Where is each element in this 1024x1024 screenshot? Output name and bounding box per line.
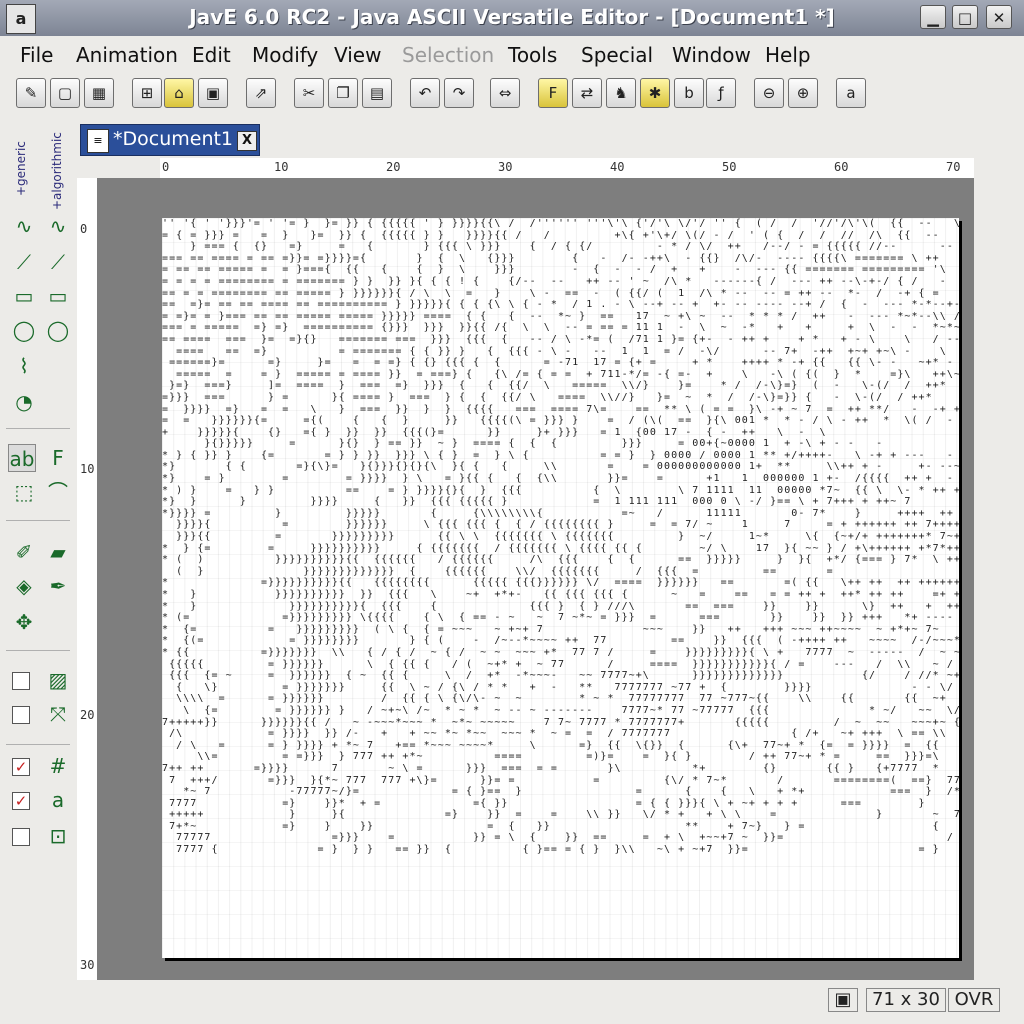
autocomplete-checkbox[interactable]: ✓ [12, 792, 30, 810]
ellipse-algo-icon[interactable]: ◯ [44, 316, 72, 344]
ruler-tick-label: 20 [80, 708, 95, 722]
background-checkbox[interactable] [12, 672, 30, 690]
canvas-size: 71 x 30 [866, 988, 946, 1012]
new-document-icon[interactable]: ▢ [50, 78, 80, 108]
ellipse-icon[interactable]: ◯ [10, 316, 38, 344]
arc-icon[interactable]: ◔ [10, 388, 38, 416]
ruler-tick-label: 40 [610, 160, 625, 174]
menu-selection: Selection [402, 43, 495, 67]
export-icon[interactable]: ⇗ [246, 78, 276, 108]
minimize-button[interactable]: ▁ [920, 5, 946, 29]
new-folder-icon[interactable]: ⊞ [132, 78, 162, 108]
pen-icon[interactable]: ✒ [44, 572, 72, 600]
lasso-icon[interactable]: ⌒ [44, 478, 72, 506]
ruler-tick-label: 10 [80, 462, 95, 476]
ruler-tick-label: 0 [80, 222, 88, 236]
menu-view[interactable]: View [334, 43, 381, 67]
ascii-art-text[interactable]: '' '{ ' '}}}'= ' '= } }= }} { {{{{{ ' } … [162, 218, 959, 856]
ruler-tick-label: 60 [834, 160, 849, 174]
crop-checkbox[interactable] [12, 828, 30, 846]
crop-icon: ⊡ [49, 824, 67, 848]
menu-window[interactable]: Window [672, 43, 751, 67]
horizontal-ruler: 0 10 20 30 40 50 60 70 [160, 158, 974, 179]
ascii-document[interactable]: '' '{ ' '}}}'= ' '= } }= }} { {{{{{ ' } … [162, 218, 959, 958]
ruler-tick-label: 70 [946, 160, 961, 174]
select-rect-icon[interactable]: ⬚ [10, 478, 38, 506]
camel-icon[interactable]: ♞ [606, 78, 636, 108]
image-to-ascii-icon[interactable]: ▦ [84, 78, 114, 108]
ruler-tick-label: 20 [386, 160, 401, 174]
close-button[interactable]: ✕ [986, 5, 1012, 29]
title-bar: a JavE 6.0 RC2 - Java ASCII Versatile Ed… [0, 0, 1024, 36]
abc-icon[interactable]: b [674, 78, 704, 108]
menu-special[interactable]: Special [581, 43, 653, 67]
tool-divider [6, 650, 70, 651]
menu-help[interactable]: Help [765, 43, 811, 67]
tab-label: *Document1 [113, 128, 234, 150]
menu-animation[interactable]: Animation [76, 43, 178, 67]
ruler-tick-label: 30 [498, 160, 513, 174]
rectangle-algo-icon[interactable]: ▭ [44, 282, 72, 310]
freehand-icon[interactable]: ∿ [10, 212, 38, 240]
open-wizard-icon[interactable]: ✎ [16, 78, 46, 108]
vertical-ruler: 0 10 20 30 [77, 178, 98, 980]
grid-checkbox[interactable]: ✓ [12, 758, 30, 776]
transform-icon: ⤧ [50, 702, 66, 726]
resize-canvas-icon[interactable]: ⇔ [490, 78, 520, 108]
font-tool-icon[interactable]: F [44, 444, 72, 472]
redo-icon[interactable]: ↷ [444, 78, 474, 108]
freehand-algo-icon[interactable]: ∿ [44, 212, 72, 240]
menu-edit[interactable]: Edit [192, 43, 231, 67]
status-bar: ▣ 71 x 30 OVR [0, 986, 1024, 1016]
maximize-button[interactable]: □ [952, 5, 978, 29]
ruler-tick-label: 50 [722, 160, 737, 174]
paste-icon[interactable]: ▤ [362, 78, 392, 108]
font-icon[interactable]: F [538, 78, 568, 108]
copy-icon[interactable]: ❐ [328, 78, 358, 108]
ruler-tick-label: 0 [162, 160, 170, 174]
open-folder-icon[interactable]: ⌂ [164, 78, 194, 108]
tab-close-button[interactable]: X [237, 131, 257, 151]
snap-checkbox[interactable] [12, 706, 30, 724]
text-tool-icon[interactable]: ab [8, 444, 36, 472]
menu-file[interactable]: File [20, 43, 53, 67]
eraser-icon[interactable]: ▰ [44, 538, 72, 566]
tool-divider [6, 744, 70, 745]
window-title: JavE 6.0 RC2 - Java ASCII Versatile Edit… [189, 5, 835, 29]
about-icon[interactable]: a [836, 78, 866, 108]
function-icon[interactable]: ƒ [706, 78, 736, 108]
fill-icon[interactable]: ◈ [10, 572, 38, 600]
zoom-out-icon[interactable]: ⊖ [754, 78, 784, 108]
zoom-in-icon[interactable]: ⊕ [788, 78, 818, 108]
move-icon[interactable]: ✥ [10, 608, 38, 636]
autocomplete-icon: a [51, 788, 65, 812]
tab-document1[interactable]: ≡ *Document1 X [80, 124, 260, 156]
line-icon[interactable]: ⟋ [10, 248, 38, 276]
generic-label[interactable]: +generic [14, 141, 28, 196]
tool-divider [6, 520, 70, 521]
undo-icon[interactable]: ↶ [410, 78, 440, 108]
tool-divider [6, 428, 70, 429]
algorithmic-label[interactable]: +algorithmic [50, 132, 64, 210]
save-icon[interactable]: ▣ [198, 78, 228, 108]
ruler-tick-label: 10 [274, 160, 289, 174]
plugin-icon[interactable]: ✱ [640, 78, 670, 108]
ruler-tick-label: 30 [80, 958, 95, 972]
document-size-icon: ▣ [828, 988, 858, 1012]
grid-icon: # [49, 754, 67, 778]
cut-icon[interactable]: ✂ [294, 78, 324, 108]
convert-icon[interactable]: ⇄ [572, 78, 602, 108]
rectangle-icon[interactable]: ▭ [10, 282, 38, 310]
edit-mode: OVR [948, 988, 1000, 1012]
menu-tools[interactable]: Tools [508, 43, 557, 67]
menu-bar: File Animation Edit Modify View Selectio… [0, 37, 1024, 73]
polyline-icon[interactable]: ⌇ [10, 352, 38, 380]
document-icon: ≡ [87, 129, 109, 153]
image-icon: ▨ [48, 668, 68, 692]
brush-icon[interactable]: ✐ [10, 538, 38, 566]
menu-modify[interactable]: Modify [252, 43, 318, 67]
toolbar: ✎ ▢ ▦ ⊞ ⌂ ▣ ⇗ ✂ ❐ ▤ ↶ ↷ ⇔ F ⇄ ♞ ✱ b ƒ ⊖ … [0, 76, 1024, 114]
line-algo-icon[interactable]: ⟋ [44, 248, 72, 276]
